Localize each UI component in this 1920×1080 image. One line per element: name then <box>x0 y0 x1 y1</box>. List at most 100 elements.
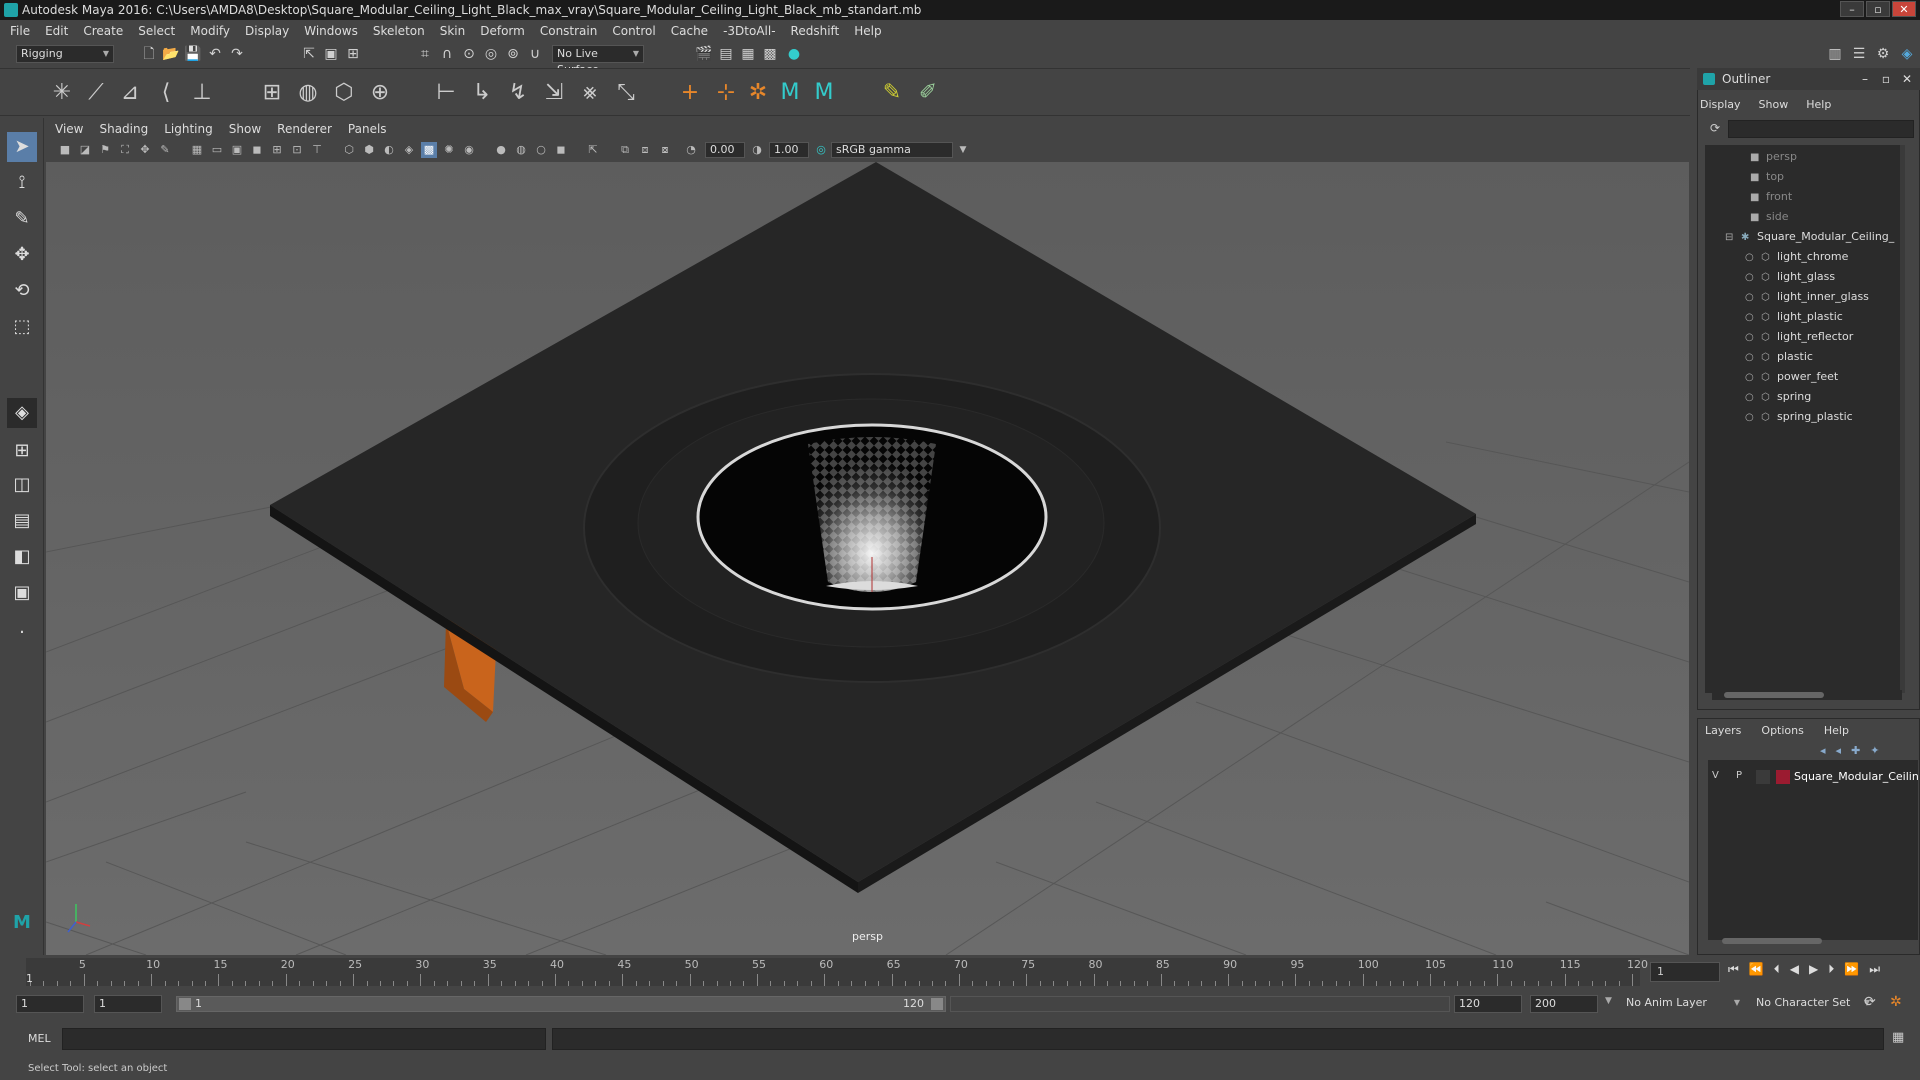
move-layer-down-icon[interactable]: ◂ <box>1836 744 1842 757</box>
tree-item-mesh[interactable]: ○ ⬡ light_reflector <box>1745 327 1853 347</box>
paint-weights-icon[interactable]: ✎ <box>878 79 906 107</box>
anti-alias-icon[interactable]: ○ <box>533 142 549 158</box>
outliner-layout-icon[interactable]: ▤ <box>7 506 37 536</box>
minimize-button[interactable]: – <box>1840 1 1864 17</box>
maya-home-icon[interactable]: M <box>7 908 37 938</box>
outliner-menu-display[interactable]: Display <box>1700 98 1741 111</box>
layer-menu-layers[interactable]: Layers <box>1705 724 1741 737</box>
step-back-frame-icon[interactable]: ⏴ <box>1774 962 1780 977</box>
range-start-handle[interactable] <box>179 998 191 1010</box>
channel-box-icon[interactable]: ◈ <box>1898 45 1916 63</box>
rotate-tool-icon[interactable]: ⟲ <box>7 276 37 306</box>
command-language-label[interactable]: MEL <box>28 1032 51 1045</box>
wire-icon[interactable]: ⊕ <box>366 79 394 107</box>
hypershade-icon[interactable]: ▩ <box>761 45 779 63</box>
ik-spline-icon[interactable]: ⊿ <box>116 79 144 107</box>
menu-display[interactable]: Display <box>245 24 289 38</box>
playback-start-field[interactable]: 1 <box>94 995 162 1013</box>
aim-constraint-icon[interactable]: ↳ <box>468 79 496 107</box>
close-button[interactable]: ✕ <box>1892 1 1916 17</box>
maximize-button[interactable]: ▫ <box>1866 1 1890 17</box>
menu-file[interactable]: File <box>10 24 30 38</box>
current-frame-field[interactable]: 1 <box>1650 962 1720 982</box>
hypershade-layout-icon[interactable]: ▣ <box>7 578 37 608</box>
outliner-menu-help[interactable]: Help <box>1806 98 1831 111</box>
exposure-icon[interactable]: ◔ <box>683 142 699 158</box>
3d-viewport[interactable] <box>46 162 1689 955</box>
select-component-icon[interactable]: ⊞ <box>344 45 362 63</box>
render-view-icon[interactable]: ● <box>785 45 803 63</box>
command-input[interactable] <box>62 1028 546 1050</box>
go-to-end-icon[interactable]: ⏭ <box>1869 962 1880 977</box>
undo-icon[interactable]: ↶ <box>206 45 224 63</box>
viewport-menu-lighting[interactable]: Lighting <box>164 122 213 136</box>
playback-end-field[interactable]: 120 <box>1454 995 1522 1013</box>
menu-set-dropdown[interactable]: Rigging <box>16 45 114 63</box>
layer-horizontal-scrollbar[interactable] <box>1710 936 1912 946</box>
single-view-icon[interactable]: ◈ <box>7 398 37 428</box>
snap-point-icon[interactable]: ⊙ <box>460 45 478 63</box>
scale-constraint-icon[interactable]: ⇲ <box>540 79 568 107</box>
animation-start-field[interactable]: 1 <box>16 995 84 1013</box>
viewport-menu-view[interactable]: View <box>55 122 83 136</box>
select-object-icon[interactable]: ▣ <box>322 45 340 63</box>
menu-skin[interactable]: Skin <box>440 24 466 38</box>
bookmark-icon[interactable]: ⚑ <box>97 142 113 158</box>
gamma-icon[interactable]: ◑ <box>749 142 765 158</box>
view-transform-dropdown[interactable]: sRGB gamma <box>831 142 953 158</box>
sparkle-icon[interactable]: ✲ <box>744 79 772 107</box>
outliner-maximize-icon[interactable]: ▫ <box>1882 68 1890 90</box>
step-forward-key-icon[interactable]: ⏩ <box>1844 962 1859 977</box>
graph-layout-icon[interactable]: ◧ <box>7 542 37 572</box>
pivot-icon[interactable]: ⊹ <box>712 79 740 107</box>
tree-item-mesh[interactable]: ○ ⬡ light_glass <box>1745 267 1835 287</box>
viewport-menu-panels[interactable]: Panels <box>348 122 387 136</box>
outliner-minimize-icon[interactable]: – <box>1862 68 1868 90</box>
gate-mask-icon[interactable]: ◼ <box>249 142 265 158</box>
move-layer-up-icon[interactable]: ◂ <box>1820 744 1826 757</box>
skin-weights-icon[interactable]: ✐ <box>914 79 942 107</box>
lights-icon[interactable]: ✺ <box>441 142 457 158</box>
viewport-menu-renderer[interactable]: Renderer <box>277 122 332 136</box>
layer-color-swatch[interactable] <box>1776 770 1790 784</box>
lattice-icon[interactable]: ⊞ <box>258 79 286 107</box>
new-scene-icon[interactable]: 🗋 <box>140 45 158 63</box>
script-editor-icon[interactable]: ▦ <box>1892 1030 1904 1045</box>
tree-item-group[interactable]: ⊟ ✱ Square_Modular_Ceiling_ <box>1725 227 1894 247</box>
joint-tool-icon[interactable]: ✳ <box>48 79 76 107</box>
outliner-vertical-scrollbar[interactable] <box>1900 145 1905 693</box>
motion-blur-icon[interactable]: ◍ <box>513 142 529 158</box>
safe-title-icon[interactable]: ⊤ <box>309 142 325 158</box>
play-forward-icon[interactable]: ▶ <box>1809 962 1818 977</box>
layer-row[interactable]: V P Square_Modular_Ceilin <box>1710 768 1919 786</box>
camera-icon[interactable]: ■ <box>57 142 73 158</box>
smooth-shade-icon[interactable]: ⬢ <box>361 142 377 158</box>
hik-character-icon[interactable]: M <box>810 79 838 107</box>
menu-windows[interactable]: Windows <box>304 24 358 38</box>
pole-vector-icon[interactable]: ⤡ <box>612 79 640 107</box>
tool-settings-icon[interactable]: ⚙ <box>1874 45 1892 63</box>
menu-control[interactable]: Control <box>612 24 655 38</box>
custom-layout-icon[interactable]: · <box>7 618 37 648</box>
chevron-down-icon[interactable]: ▼ <box>1605 996 1612 1006</box>
view-tumble-icon[interactable]: ✥ <box>137 142 153 158</box>
open-scene-icon[interactable]: 📂 <box>162 45 180 63</box>
menu-edit[interactable]: Edit <box>45 24 68 38</box>
play-backward-icon[interactable]: ◀ <box>1790 962 1799 977</box>
menu-redshift[interactable]: Redshift <box>791 24 840 38</box>
select-tool-icon[interactable]: ➤ <box>7 132 37 162</box>
film-gate-icon[interactable]: ▭ <box>209 142 225 158</box>
attribute-editor-icon[interactable]: ☰ <box>1850 45 1868 63</box>
tree-item-mesh[interactable]: ○ ⬡ spring <box>1745 387 1811 407</box>
gamma-field[interactable]: 1.00 <box>769 142 809 158</box>
step-back-key-icon[interactable]: ⏪ <box>1749 962 1764 977</box>
layer-visibility-toggle[interactable]: V <box>1712 770 1719 781</box>
render-frame-icon[interactable]: 🎬 <box>695 45 713 63</box>
new-layer-selected-icon[interactable]: ✦ <box>1870 744 1879 757</box>
menu-help[interactable]: Help <box>854 24 881 38</box>
viewport-menu-shading[interactable]: Shading <box>99 122 148 136</box>
auto-key-icon[interactable]: ⟳ <box>1864 994 1876 1010</box>
snap-grid-icon[interactable]: ⌗ <box>416 45 434 63</box>
render-settings-icon[interactable]: ▦ <box>739 45 757 63</box>
paint-select-icon[interactable]: ✎ <box>7 204 37 234</box>
